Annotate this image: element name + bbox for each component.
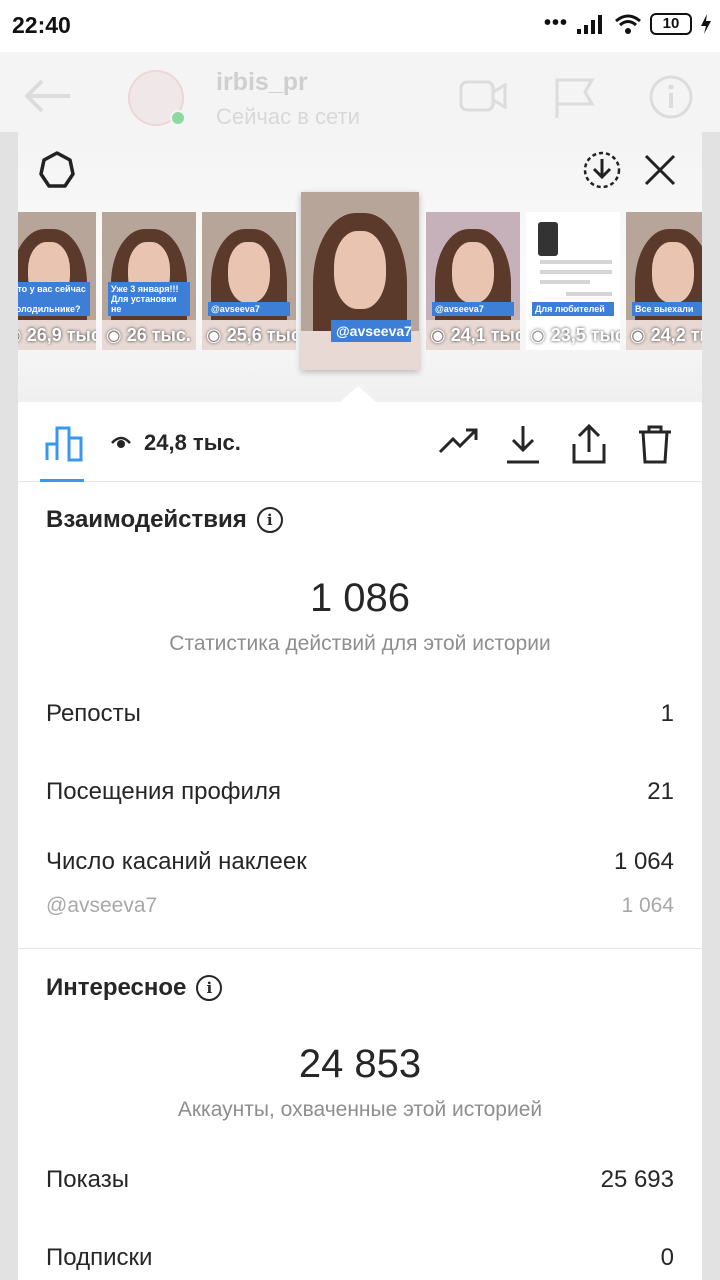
trash-icon[interactable] <box>636 424 674 464</box>
video-call-icon[interactable] <box>458 76 508 116</box>
download-icon[interactable] <box>504 424 542 464</box>
stat-label: Посещения профиля <box>46 778 281 805</box>
stat-value: 21 <box>647 778 674 805</box>
chat-username: irbis_pr <box>216 68 308 96</box>
bar-chart-icon[interactable] <box>44 422 84 462</box>
status-bar: 22:40 ••• 10 <box>0 0 720 52</box>
story-thumbnail[interactable]: Что у вас сейчас в холодильнике? ◉ 26,9 … <box>18 212 96 350</box>
story-views: ◉ 23,5 тыс. <box>530 325 620 345</box>
interactions-title: Взаимодействия <box>46 506 247 533</box>
stat-label: Подписки <box>46 1244 153 1271</box>
story-thumbnail-selected[interactable]: @avseeva7 <box>301 192 419 370</box>
close-icon[interactable] <box>642 152 678 188</box>
stat-label: Репосты <box>46 700 141 727</box>
signal-dots: ••• <box>543 12 568 34</box>
interactions-subtitle: Статистика действий для этой истории <box>169 632 551 655</box>
views-count: 24,8 тыс. <box>144 430 241 455</box>
story-thumbnail[interactable]: Все выехали ◉ 24,2 тыс. <box>626 212 702 350</box>
stat-value: 25 693 <box>600 1166 674 1193</box>
battery-indicator: 10 <box>650 12 692 35</box>
chat-status: Сейчас в сети <box>216 104 360 129</box>
story-views: ◉ 26 тыс. <box>106 325 191 345</box>
discovery-title: Интересное <box>46 974 187 1001</box>
story-tag: @avseeva7 <box>331 320 412 342</box>
story-tag: @avseeva7 <box>208 302 290 316</box>
story-views: ◉ 26,9 тыс. <box>18 325 96 345</box>
online-indicator <box>170 110 186 126</box>
chat-header: irbis_pr Сейчас в сети <box>0 52 720 132</box>
story-views: ◉ 25,6 тыс. <box>206 325 296 345</box>
interactions-total: 1 086 <box>309 576 411 620</box>
stat-value: 0 <box>660 1244 674 1271</box>
selection-caret <box>340 386 376 402</box>
stat-label: Число касаний наклеек <box>46 848 307 875</box>
status-time: 22:40 <box>12 12 71 38</box>
story-tag: Все выехали <box>632 302 702 316</box>
interactions-heading: Взаимодействия i <box>46 506 283 534</box>
info-circle-icon[interactable] <box>648 74 694 120</box>
stat-label: @avseeva7 <box>46 894 158 917</box>
story-thumbnail[interactable]: @avseeva7 ◉ 24,1 тыс. <box>426 212 520 350</box>
flag-icon[interactable] <box>552 76 598 120</box>
cell-signal-icon <box>577 14 602 34</box>
stat-row-reposts: Репосты 1 <box>46 700 674 728</box>
story-views: ◉ 24,2 тыс. <box>630 325 702 345</box>
status-icons: ••• 10 <box>544 12 712 35</box>
wifi-icon <box>615 14 641 34</box>
story-thumbnail[interactable]: @avseeva7 ◉ 25,6 тыс. <box>202 212 296 350</box>
story-tag: Для любителей <box>532 302 614 316</box>
stat-row-impressions: Показы 25 693 <box>46 1166 674 1194</box>
story-thumbnail[interactable]: Уже 3 января!!! Для установки не ◉ 26 ты… <box>102 212 196 350</box>
story-views: ◉ 24,1 тыс. <box>430 325 520 345</box>
stat-value: 1 <box>660 700 674 727</box>
charging-icon <box>701 13 711 34</box>
info-icon[interactable]: i <box>196 975 223 1001</box>
discovery-total: 24 853 <box>298 1042 422 1086</box>
stat-label: Показы <box>46 1166 129 1193</box>
share-icon[interactable] <box>570 424 608 464</box>
download-circle-icon[interactable] <box>582 150 622 190</box>
story-strip-area: Что у вас сейчас в холодильнике? ◉ 26,9 … <box>18 132 702 402</box>
stat-value: 1 064 <box>613 848 674 875</box>
insights-toolbar: 24,8 тыс. <box>18 402 702 482</box>
discovery-subtitle: Аккаунты, охваченные этой историей <box>177 1098 543 1121</box>
stat-value: 1 064 <box>621 894 674 917</box>
trending-icon[interactable] <box>438 424 480 460</box>
story-thumbnail[interactable]: Для любителей ◉ 23,5 тыс. <box>526 212 620 350</box>
eye-icon <box>111 436 131 448</box>
active-tab-indicator <box>40 479 84 482</box>
story-tag: Что у вас сейчас в холодильнике? <box>18 282 90 316</box>
gear-icon[interactable] <box>36 150 78 192</box>
stat-row-follows: Подписки 0 <box>46 1244 674 1272</box>
back-arrow-icon[interactable] <box>22 78 72 114</box>
divider <box>18 948 702 949</box>
stat-row-profile-visits: Посещения профиля 21 <box>46 778 674 806</box>
discovery-heading: Интересное i <box>46 974 223 1002</box>
stat-row-sticker-taps: Число касаний наклеек 1 064 <box>46 848 674 876</box>
info-icon[interactable]: i <box>256 507 283 533</box>
story-thumbnail-strip: Что у вас сейчас в холодильнике? ◉ 26,9 … <box>18 192 702 375</box>
story-tag: @avseeva7 <box>432 302 514 316</box>
story-insights-sheet: Что у вас сейчас в холодильнике? ◉ 26,9 … <box>18 132 702 1280</box>
story-tag: Уже 3 января!!! Для установки не <box>108 282 190 316</box>
stat-row-sticker-mention: @avseeva7 1 064 <box>46 894 674 918</box>
